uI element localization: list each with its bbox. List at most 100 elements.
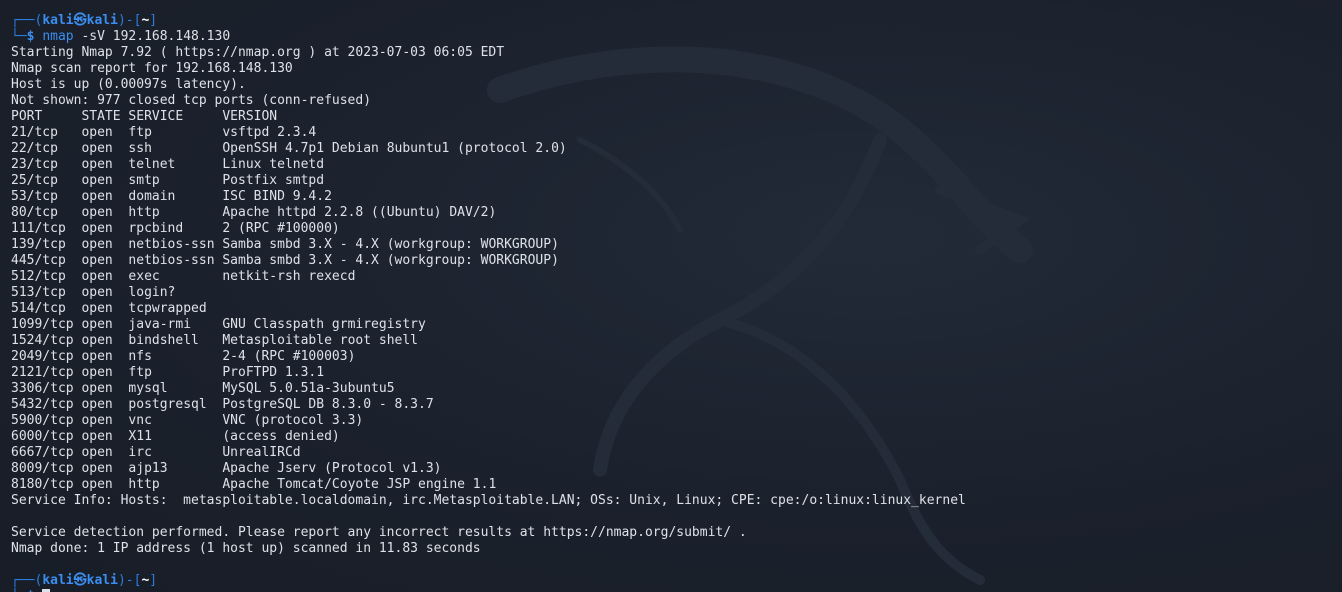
state-cell: open (81, 397, 129, 412)
table-row: 2049/tcp open nfs 2-4 (RPC #100003) (11, 349, 1331, 365)
port-cell: 23/tcp (11, 157, 82, 172)
version-cell: (access denied) (222, 429, 340, 444)
version-cell: Samba smbd 3.X - 4.X (workgroup: WORKGRO… (222, 237, 559, 252)
prompt-skull-icon: ㉿ (73, 573, 87, 588)
state-cell: open (81, 221, 129, 236)
table-row: 21/tcp open ftp vsftpd 2.3.4 (11, 125, 1331, 141)
state-cell: open (81, 333, 129, 348)
state-cell: open (81, 349, 129, 364)
port-cell: 1524/tcp (11, 333, 82, 348)
state-cell: open (81, 301, 129, 316)
version-cell: netkit-rsh rexecd (222, 269, 356, 284)
table-row: 8009/tcp open ajp13 Apache Jserv (Protoc… (11, 461, 1331, 477)
prompt-top-line: ┌──(kali㉿kali)-[~] (11, 573, 158, 588)
port-cell: 80/tcp (11, 205, 82, 220)
column-header: PORT (11, 109, 82, 124)
port-table: PORT STATE SERVICE VERSION 21/tcp open ft… (11, 109, 1331, 493)
state-cell: open (81, 189, 129, 204)
table-row: 445/tcp open netbios-ssn Samba smbd 3.X … (11, 253, 1331, 269)
port-cell: 8009/tcp (11, 461, 82, 476)
table-row: 3306/tcp open mysql MySQL 5.0.51a-3ubunt… (11, 381, 1331, 397)
port-cell: 2121/tcp (11, 365, 82, 380)
port-cell: 513/tcp (11, 285, 82, 300)
state-cell: open (81, 429, 129, 444)
footer-line: Service detection performed. Please repo… (11, 525, 747, 540)
service-cell: netbios-ssn (128, 253, 223, 268)
version-cell: 2 (RPC #100000) (222, 221, 340, 236)
port-cell: 5900/tcp (11, 413, 82, 428)
prompt-host: kali (86, 573, 118, 588)
terminal-window[interactable]: ┌──(kali㉿kali)-[~] └─$ nmap -sV 192.168.… (0, 0, 1342, 592)
version-cell: Postfix smtpd (222, 173, 325, 188)
table-row: 5900/tcp open vnc VNC (protocol 3.3) (11, 413, 1331, 429)
table-row: 6000/tcp open X11 (access denied) (11, 429, 1331, 445)
version-cell: Samba smbd 3.X - 4.X (workgroup: WORKGRO… (222, 253, 559, 268)
table-row: 514/tcp open tcpwrapped (11, 301, 1331, 317)
service-cell: rpcbind (128, 221, 223, 236)
table-row: 80/tcp open http Apache httpd 2.2.8 ((Ub… (11, 205, 1331, 221)
output-header-line: Not shown: 977 closed tcp ports (conn-re… (11, 93, 372, 108)
column-header: SERVICE (128, 109, 223, 124)
port-cell: 6667/tcp (11, 445, 82, 460)
service-cell: ftp (128, 125, 223, 140)
service-cell: ftp (128, 365, 223, 380)
table-row: 513/tcp open login? (11, 285, 1331, 301)
port-cell: 6000/tcp (11, 429, 82, 444)
prompt-user: kali (42, 573, 74, 588)
command-line: └─$ nmap -sV 192.168.148.130 (11, 29, 231, 44)
version-cell: Apache Tomcat/Coyote JSP engine 1.1 (222, 477, 497, 492)
service-cell: bindshell (128, 333, 223, 348)
version-cell: PostgreSQL DB 8.3.0 - 8.3.7 (222, 397, 434, 412)
service-cell: http (128, 477, 223, 492)
port-cell: 1099/tcp (11, 317, 82, 332)
state-cell: open (81, 413, 129, 428)
service-cell: postgresql (128, 397, 223, 412)
port-cell: 445/tcp (11, 253, 82, 268)
version-cell: ISC BIND 9.4.2 (222, 189, 332, 204)
service-cell: netbios-ssn (128, 237, 223, 252)
table-row: 23/tcp open telnet Linux telnetd (11, 157, 1331, 173)
port-cell: 21/tcp (11, 125, 82, 140)
service-cell: http (128, 205, 223, 220)
state-cell: open (81, 205, 129, 220)
version-cell: vsftpd 2.3.4 (222, 125, 317, 140)
port-cell: 2049/tcp (11, 349, 82, 364)
state-cell: open (81, 253, 129, 268)
port-cell: 139/tcp (11, 237, 82, 252)
table-header: PORT STATE SERVICE VERSION (11, 109, 1331, 125)
version-cell: GNU Classpath grmiregistry (222, 317, 426, 332)
table-row: 6667/tcp open irc UnrealIRCd (11, 445, 1331, 461)
state-cell: open (81, 285, 129, 300)
column-header: VERSION (222, 109, 278, 124)
state-cell: open (81, 365, 129, 380)
service-cell: nfs (128, 349, 223, 364)
prompt-host: kali (86, 13, 118, 28)
service-cell: ssh (128, 141, 223, 156)
service-cell: irc (128, 445, 223, 460)
port-cell: 5432/tcp (11, 397, 82, 412)
service-cell: login? (128, 285, 223, 300)
column-header: STATE (81, 109, 129, 124)
state-cell: open (81, 173, 129, 188)
port-cell: 111/tcp (11, 221, 82, 236)
table-row: 1524/tcp open bindshell Metasploitable r… (11, 333, 1331, 349)
service-cell: ajp13 (128, 461, 223, 476)
state-cell: open (81, 125, 129, 140)
state-cell: open (81, 141, 129, 156)
port-cell: 3306/tcp (11, 381, 82, 396)
version-cell: 2-4 (RPC #100003) (222, 349, 356, 364)
table-row: 8180/tcp open http Apache Tomcat/Coyote … (11, 477, 1331, 493)
table-row: 2121/tcp open ftp ProFTPD 1.3.1 (11, 365, 1331, 381)
service-info: Service Info: Hosts: metasploitable.loca… (11, 493, 966, 508)
version-cell: VNC (protocol 3.3) (222, 413, 364, 428)
version-cell: MySQL 5.0.51a-3ubuntu5 (222, 381, 395, 396)
command-args: -sV 192.168.148.130 (73, 29, 231, 44)
table-row: 1099/tcp open java-rmi GNU Classpath grm… (11, 317, 1331, 333)
state-cell: open (81, 381, 129, 396)
version-cell: Apache httpd 2.2.8 ((Ubuntu) DAV/2) (222, 205, 497, 220)
state-cell: open (81, 445, 129, 460)
version-cell: Linux telnetd (222, 157, 325, 172)
service-cell: mysql (128, 381, 223, 396)
port-cell: 512/tcp (11, 269, 82, 284)
